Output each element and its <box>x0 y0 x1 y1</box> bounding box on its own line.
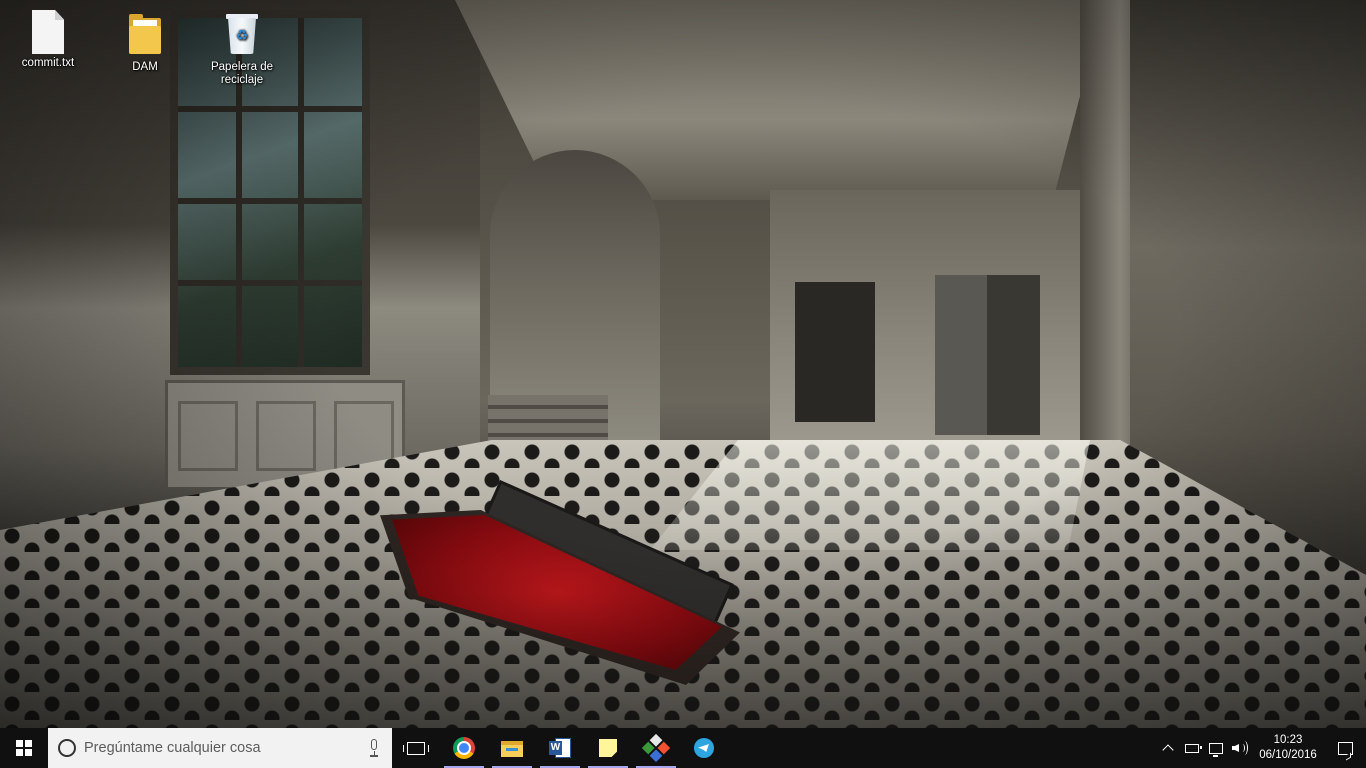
taskbar-clock[interactable]: 10:23 06/10/2016 <box>1252 728 1324 768</box>
clock-time: 10:23 <box>1273 734 1303 746</box>
taskbar-app-file-explorer[interactable] <box>488 728 536 768</box>
desktop-icon-recycle-bin[interactable]: ♻ Papelera de reciclaje <box>202 10 282 87</box>
git-icon <box>641 733 671 763</box>
windows-logo-icon <box>16 740 32 756</box>
taskbar-app-chrome[interactable] <box>440 728 488 768</box>
cortana-icon <box>58 739 76 757</box>
wallpaper-vignette <box>0 0 1366 728</box>
system-tray: 10:23 06/10/2016 <box>1156 728 1366 768</box>
word-icon: W <box>549 737 571 759</box>
desktop-wallpaper <box>0 0 1366 728</box>
microphone-icon[interactable] <box>366 738 382 758</box>
text-file-icon <box>32 10 64 54</box>
telegram-icon <box>694 738 714 758</box>
chrome-icon <box>453 737 475 759</box>
volume-tray-button[interactable] <box>1228 728 1252 768</box>
desktop-icon-label: Papelera de reciclaje <box>210 61 274 86</box>
clock-date: 06/10/2016 <box>1259 749 1317 761</box>
show-hidden-icons-button[interactable] <box>1156 728 1180 768</box>
taskbar-app-telegram[interactable] <box>680 728 728 768</box>
volume-icon <box>1232 741 1248 755</box>
search-input[interactable] <box>84 740 366 756</box>
power-tray-button[interactable] <box>1180 728 1204 768</box>
chevron-up-icon <box>1162 744 1174 756</box>
task-view-icon <box>403 741 429 755</box>
desktop-icon-commit-txt[interactable]: commit.txt <box>8 10 88 70</box>
sticky-notes-icon <box>599 739 617 757</box>
taskbar: W 10:23 06/10/201 <box>0 728 1366 768</box>
desktop-icon-dam-folder[interactable]: DAM <box>105 10 185 74</box>
action-center-button[interactable] <box>1324 728 1366 768</box>
taskbar-app-sticky-notes[interactable] <box>584 728 632 768</box>
network-tray-button[interactable] <box>1204 728 1228 768</box>
notification-icon <box>1337 741 1353 755</box>
folder-icon <box>125 10 165 58</box>
battery-icon <box>1185 743 1202 753</box>
folder-icon <box>501 739 523 757</box>
task-view-button[interactable] <box>392 728 440 768</box>
network-icon <box>1209 742 1223 757</box>
start-button[interactable] <box>0 728 48 768</box>
recycle-bin-icon: ♻ <box>222 10 262 58</box>
desktop-icon-label: commit.txt <box>21 57 75 69</box>
desktop-icon-label: DAM <box>132 61 158 73</box>
cortana-search-box[interactable] <box>48 728 392 768</box>
taskbar-app-git[interactable] <box>632 728 680 768</box>
taskbar-app-word[interactable]: W <box>536 728 584 768</box>
